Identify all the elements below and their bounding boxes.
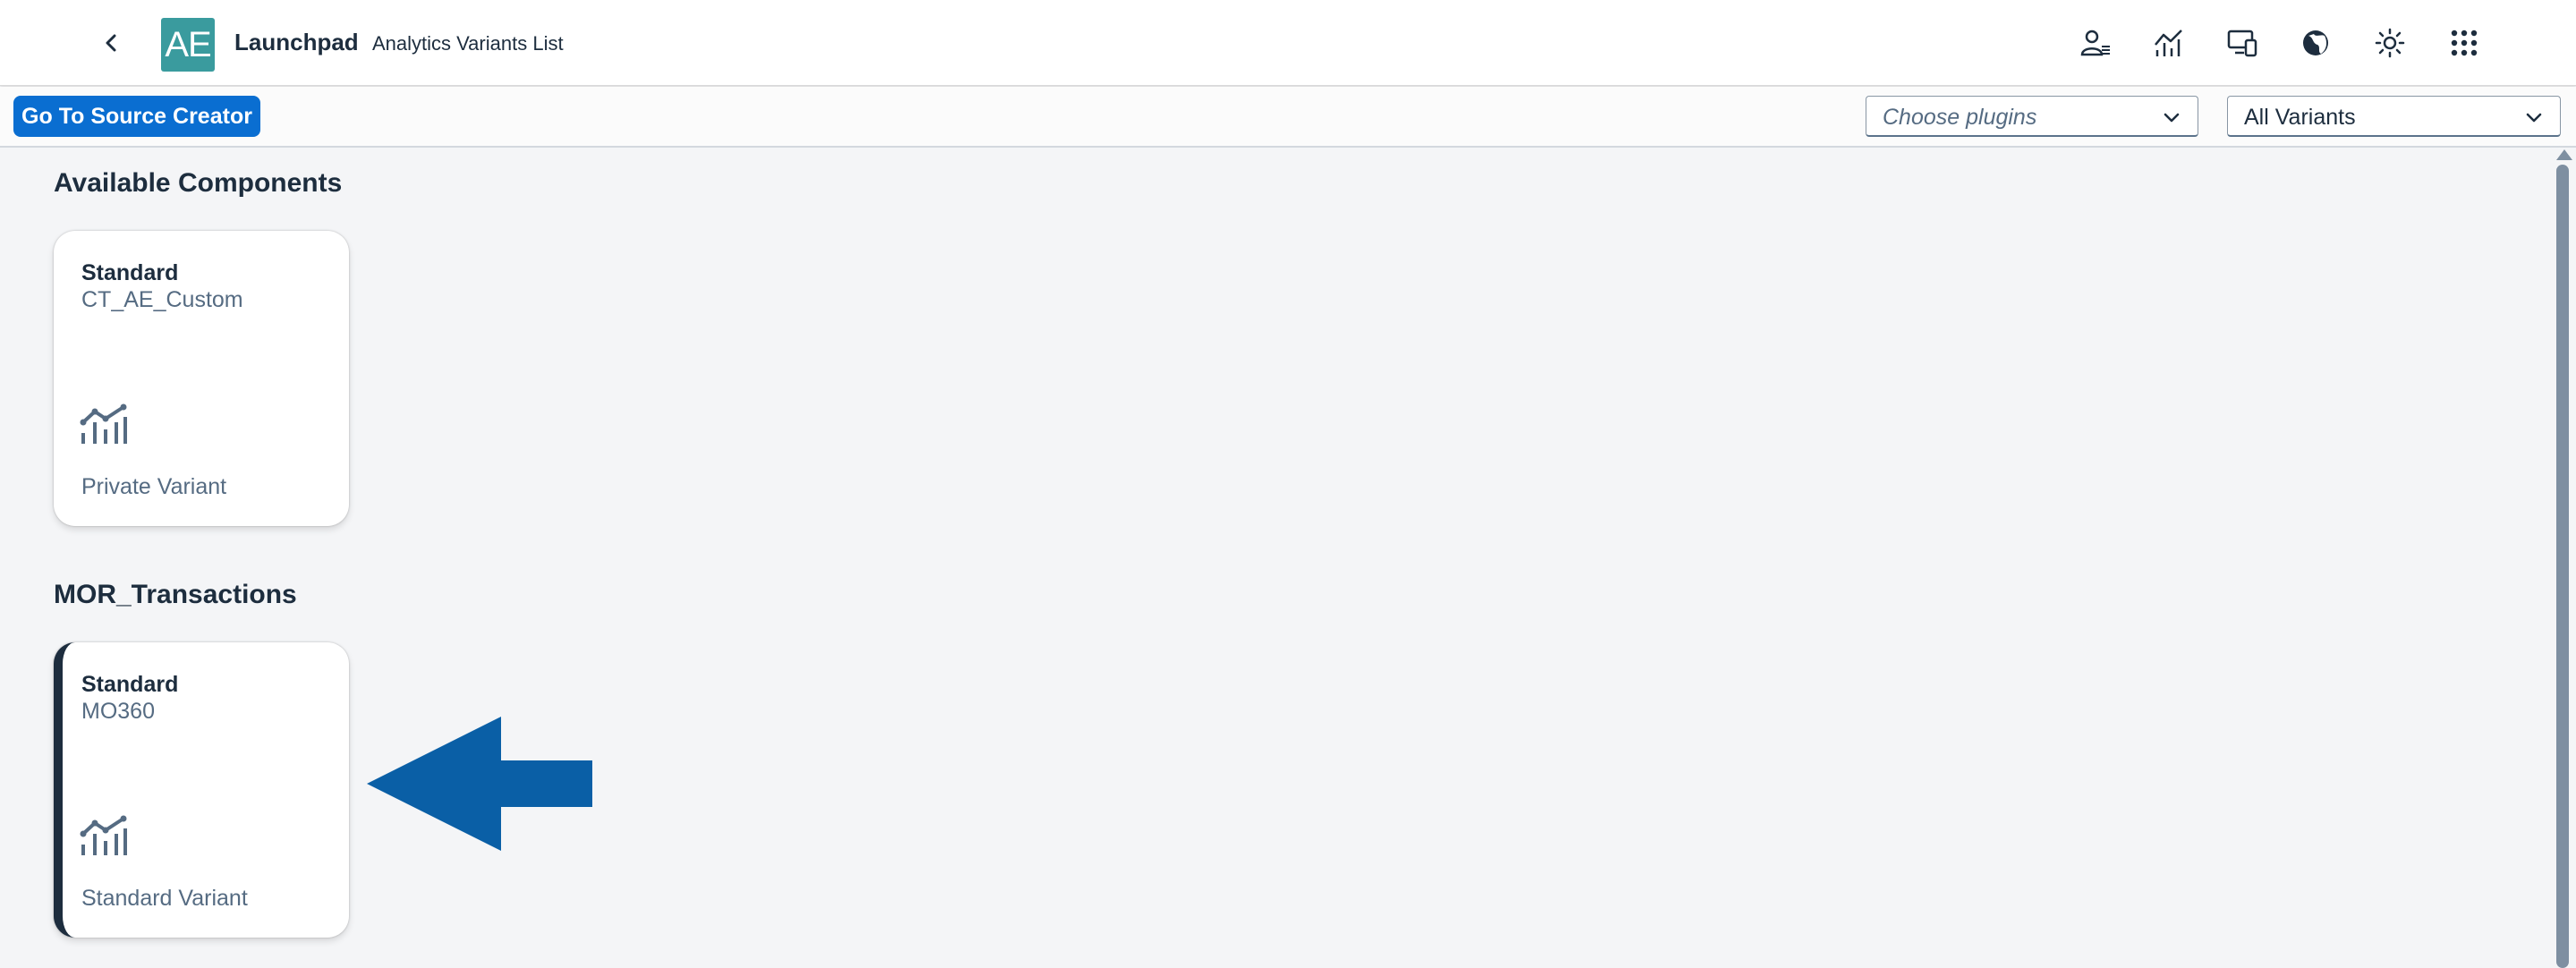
scrollbar-thumb[interactable]: [2556, 165, 2569, 968]
chevron-down-icon: [2526, 113, 2542, 123]
shell-header: AE Launchpad Analytics Variants List: [0, 0, 2576, 86]
variant-card-mo360[interactable]: Standard MO360 Standard Variant: [54, 642, 349, 938]
section-title-mor-transactions: MOR_Transactions: [54, 580, 297, 609]
chevron-left-icon: [106, 34, 116, 52]
chevron-down-icon: [2164, 113, 2180, 123]
app-subtitle: Analytics Variants List: [372, 32, 564, 55]
card-footer: Standard Variant: [81, 886, 248, 911]
app-grid-icon: [2451, 30, 2478, 56]
card-subtitle: MO360: [81, 699, 155, 724]
card-title: Standard: [81, 260, 179, 285]
card-title: Standard: [81, 672, 179, 697]
variants-value: All Variants: [2244, 105, 2356, 130]
plugins-placeholder: Choose plugins: [1883, 105, 2037, 130]
app-grid-button[interactable]: [2444, 23, 2484, 63]
plugins-select[interactable]: Choose plugins: [1866, 96, 2198, 137]
app-title[interactable]: Launchpad: [234, 29, 359, 56]
devices-icon: [2227, 30, 2257, 57]
user-settings-icon: [2080, 30, 2110, 56]
app-logo[interactable]: AE: [161, 18, 215, 72]
go-to-source-creator-button[interactable]: Go To Source Creator: [13, 96, 260, 137]
theme-sun-icon: [2375, 28, 2405, 58]
card-footer: Private Variant: [81, 474, 227, 499]
back-button[interactable]: [93, 25, 129, 61]
devices-button[interactable]: [2223, 23, 2262, 63]
language-button[interactable]: [2296, 23, 2335, 63]
toolbar: Go To Source Creator Choose plugins All …: [0, 87, 2576, 148]
analytics-button[interactable]: [2149, 23, 2189, 63]
theme-button[interactable]: [2370, 23, 2410, 63]
variant-card-ct-ae-custom[interactable]: Standard CT_AE_Custom Private Variant: [54, 231, 349, 526]
section-title-available-components: Available Components: [54, 168, 343, 198]
card-subtitle: CT_AE_Custom: [81, 287, 243, 312]
analytics-icon: [2155, 30, 2182, 56]
pointer-arrow-icon: [367, 717, 592, 851]
scroll-up-arrow-icon[interactable]: [2555, 149, 2573, 161]
analytics-icon: [80, 815, 127, 855]
globe-icon: [2303, 30, 2328, 55]
analytics-icon: [80, 403, 127, 444]
logo-text: AE: [165, 24, 211, 64]
variants-select[interactable]: All Variants: [2227, 96, 2561, 137]
user-settings-button[interactable]: [2076, 23, 2115, 63]
